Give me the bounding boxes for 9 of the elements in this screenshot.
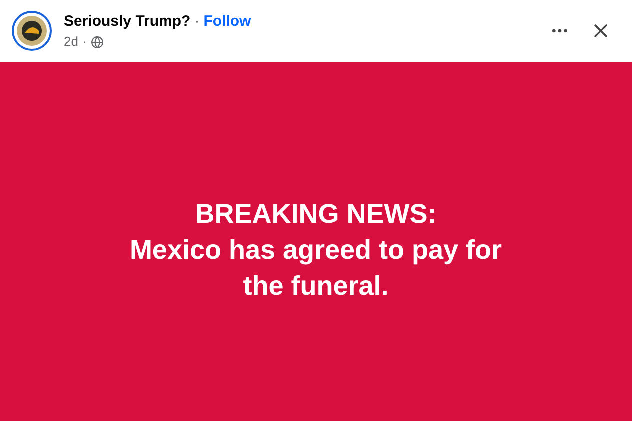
separator-dot: ·: [194, 12, 200, 32]
globe-icon: [90, 36, 104, 48]
post-time[interactable]: 2d: [64, 34, 78, 50]
author-name[interactable]: Seriously Trump?: [64, 12, 191, 32]
separator-dot: ·: [82, 34, 87, 50]
post-text: BREAKING NEWS:: [195, 198, 437, 230]
post-text: Mexico has agreed to pay for the funeral.: [128, 234, 504, 302]
follow-link[interactable]: Follow: [204, 12, 252, 32]
avatar-icon[interactable]: [12, 11, 52, 51]
